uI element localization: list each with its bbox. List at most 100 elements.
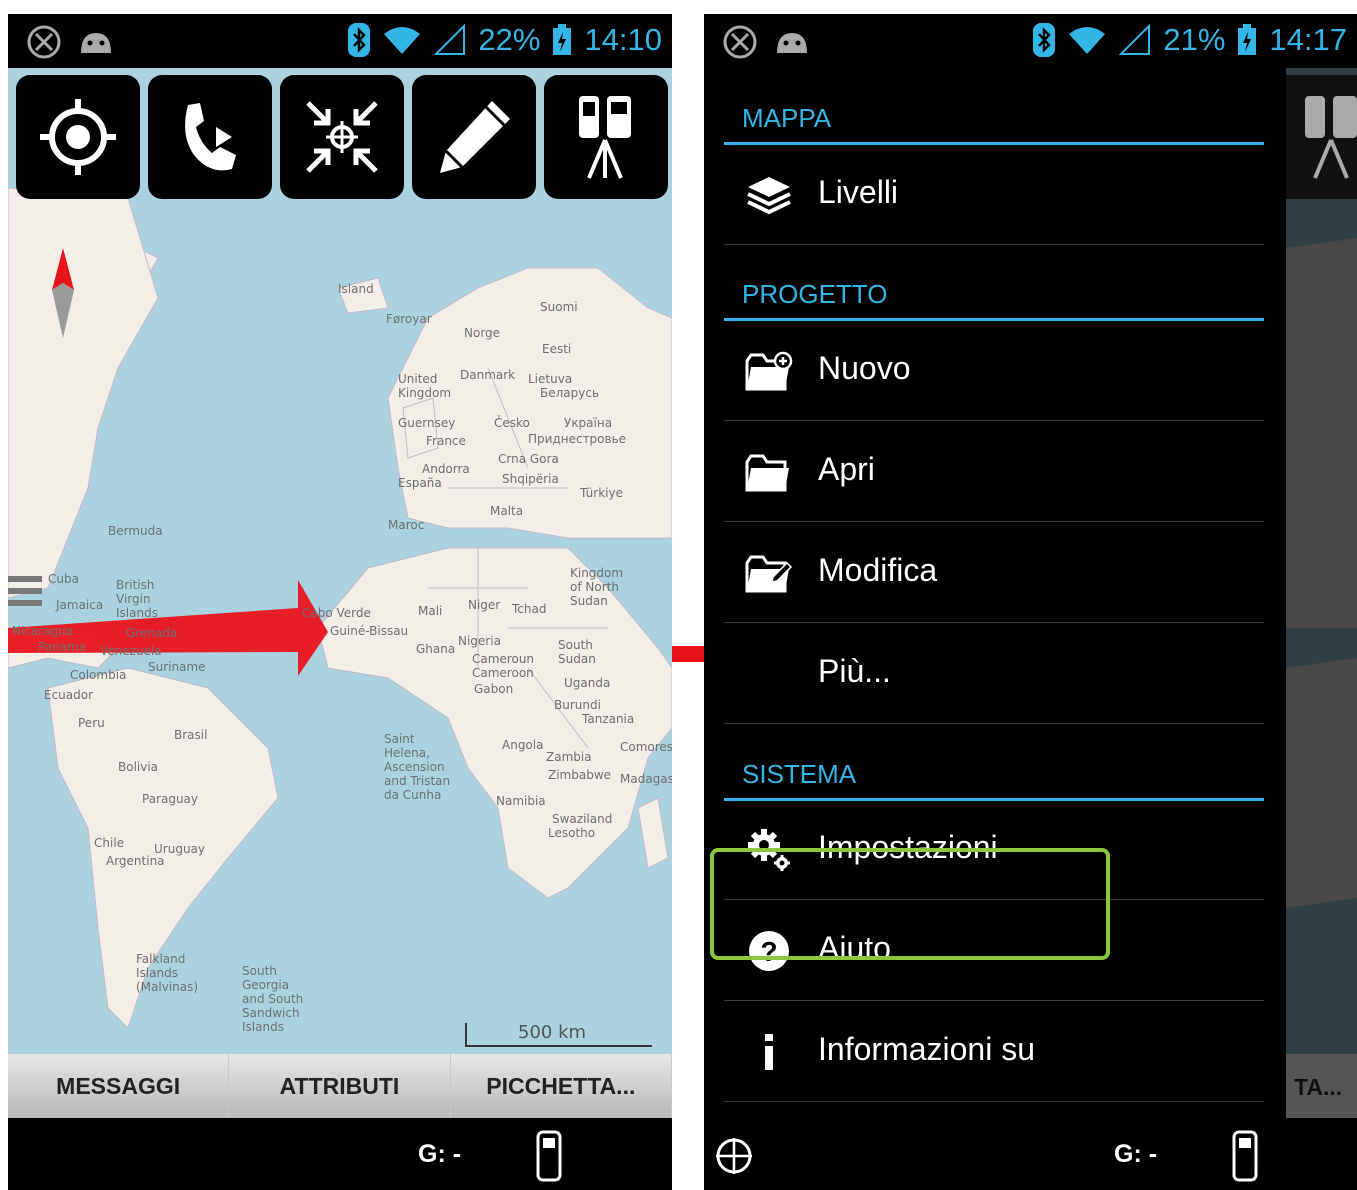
gps-receiver-icon[interactable]: [536, 1130, 562, 1182]
highlight-box: [710, 848, 1110, 960]
folder-edit-icon: [744, 548, 794, 598]
android-debug-icon: [81, 33, 111, 53]
menu-item-label: Nuovo: [818, 350, 911, 386]
map-label: Uganda: [564, 676, 611, 690]
map-label: Colombia: [70, 668, 127, 682]
total-station-icon: [579, 96, 631, 179]
menu-item-livelli[interactable]: Livelli: [724, 144, 1264, 245]
folder-open-icon: [744, 447, 794, 497]
collapse-arrows-target-icon: [306, 101, 378, 173]
tab-messaggi[interactable]: MESSAGGI: [8, 1054, 230, 1118]
section-header-progetto: PROGETTO: [724, 272, 1264, 321]
android-debug-icon: [777, 33, 807, 53]
menu-item-apri[interactable]: Apri: [724, 421, 1264, 522]
battery-charging-icon: [553, 24, 572, 55]
wifi-icon: [384, 27, 421, 54]
map-label: Česko: [494, 416, 530, 430]
crosshair-icon[interactable]: [714, 1136, 754, 1176]
gps-status: G: -: [418, 1140, 462, 1168]
map-label: Peru: [78, 716, 105, 730]
instrument-button[interactable]: [544, 75, 668, 199]
map-label: Swaziland: [552, 812, 613, 826]
menu-item-nuovo[interactable]: Nuovo: [724, 320, 1264, 421]
tab-partial: TA...: [1286, 1054, 1357, 1118]
crosshair-target-icon: [40, 99, 116, 175]
status-bar: 22% 14:10: [8, 14, 672, 68]
wifi-icon: [1069, 27, 1106, 54]
gps-status-bar: G: -: [704, 1120, 1357, 1190]
map-label: Madagas: [620, 772, 672, 786]
map-label: Cuba: [48, 572, 79, 586]
menu-item-label: Informazioni su: [818, 1031, 1035, 1067]
map-label: Jamaica: [56, 598, 104, 612]
phone-play-icon: [185, 103, 236, 171]
map-label: Tchad: [512, 602, 547, 616]
map-label: Crna Gora: [498, 452, 559, 466]
map-label: Nigeria: [458, 634, 501, 648]
map-label: Bolivia: [118, 760, 159, 774]
map-label: Türkiye: [580, 486, 623, 500]
map-label: Cameroun Cameroon: [472, 652, 535, 680]
map-label: Niger: [468, 598, 501, 612]
layers-icon: [744, 170, 794, 220]
map-label: Bermuda: [108, 524, 163, 538]
section-title: PROGETTO: [742, 279, 888, 309]
map-label: Lietuva: [528, 372, 573, 386]
map-label: Grenada: [126, 626, 178, 640]
map-label: British Virgin Islands: [116, 578, 158, 620]
map-label: Angola: [502, 738, 544, 752]
map-label: South Georgia and South Sandwich Islands: [242, 964, 304, 1034]
bluetooth-icon: [348, 23, 371, 57]
menu-item-modifica[interactable]: Modifica: [724, 522, 1264, 623]
scale-label: 500 km: [518, 1022, 587, 1043]
call-button[interactable]: [148, 75, 272, 199]
map-label: Chile: [94, 836, 125, 850]
map-view[interactable]: Island Føroyar Norge Suomi Eesti United …: [8, 68, 672, 1118]
map-label: Україна: [564, 416, 613, 430]
tab-picchetta[interactable]: PICCHETTA...: [451, 1054, 672, 1118]
menu-item-label: Più...: [818, 653, 891, 689]
map-label: Danmark: [460, 368, 516, 382]
map-label: Føroyar: [386, 312, 432, 326]
bottom-tab-bar: MESSAGGI ATTRIBUTI PICCHETTA...: [8, 1054, 672, 1118]
map-label: Norge: [464, 326, 501, 340]
zoom-to-button[interactable]: [280, 75, 404, 199]
map-label: Zimbabwe: [548, 768, 612, 782]
map-label: Shqipëria: [502, 472, 559, 486]
map-label: Cabo Verde: [302, 606, 371, 620]
map-label: Malta: [490, 504, 524, 518]
battery-percent: 21%: [1163, 22, 1226, 57]
edit-button[interactable]: [412, 75, 536, 199]
section-title: SISTEMA: [742, 759, 857, 789]
map-label: Guiné-Bissau: [330, 624, 409, 638]
menu-item-label: Livelli: [818, 174, 899, 210]
map-label: Guernsey: [398, 416, 456, 430]
map-label: Zambia: [546, 750, 592, 764]
map-label: Maroc: [388, 518, 425, 532]
map-label: Беларусь: [540, 386, 600, 400]
total-station-icon: [1305, 96, 1357, 179]
map-label: Gabon: [474, 682, 514, 696]
map-label: Lesotho: [548, 826, 596, 840]
map-label: España: [398, 476, 442, 490]
map-label: Venezuela: [100, 644, 162, 658]
map-label: Suriname: [148, 660, 206, 674]
clock: 14:10: [584, 22, 662, 57]
map-label: Saint Helena, Ascension and Tristan da C…: [384, 732, 451, 802]
map-label: United Kingdom: [398, 372, 452, 400]
map-label: Kingdom of North Sudan: [570, 566, 624, 608]
right-phone-screen: 21% 14:17 TA... MAPPA Livelli PROGETTO N…: [704, 14, 1357, 1190]
map-label: Namibia: [496, 794, 546, 808]
locate-button[interactable]: [16, 75, 140, 199]
tab-partial-label: TA...: [1294, 1074, 1343, 1100]
map-label: Suomi: [540, 300, 578, 314]
map-label: Andorra: [422, 462, 470, 476]
tab-attributi[interactable]: ATTRIBUTI: [229, 1054, 451, 1118]
map-label: Tanzania: [582, 712, 635, 726]
gps-receiver-icon[interactable]: [1232, 1130, 1258, 1182]
map-label: Ghana: [416, 642, 456, 656]
gps-off-icon: [723, 25, 757, 59]
menu-item-informazioni[interactable]: Informazioni su: [724, 1001, 1264, 1102]
menu-item-piu[interactable]: Più...: [724, 623, 1264, 724]
navigation-drawer: MAPPA Livelli PROGETTO Nuovo Apri Modifi…: [704, 68, 1286, 1118]
